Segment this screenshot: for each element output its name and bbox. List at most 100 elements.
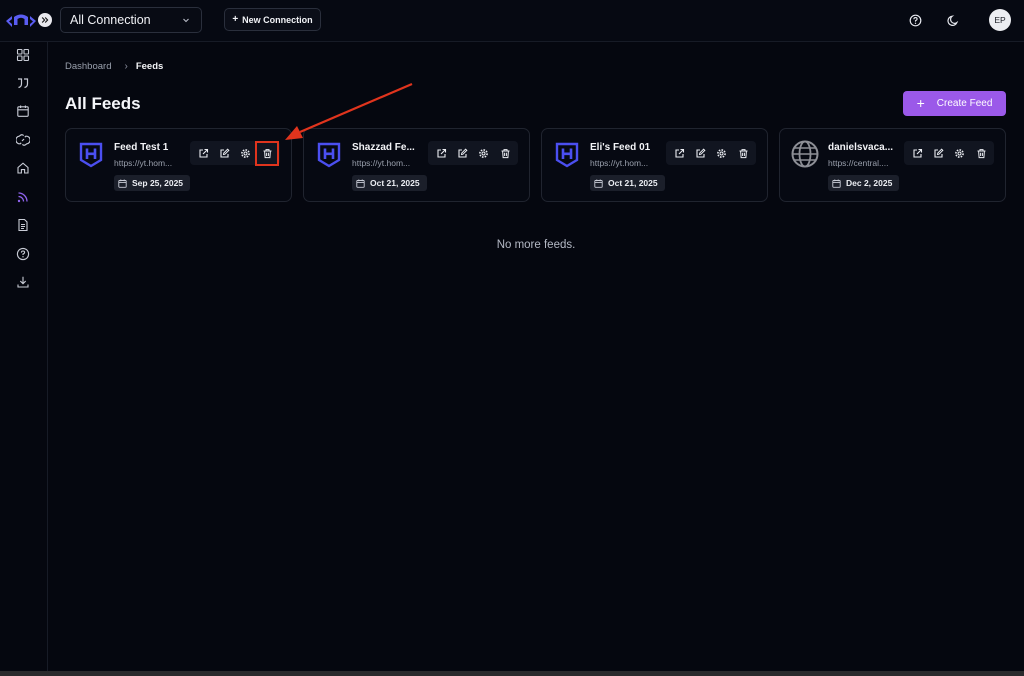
shield-h-icon [317, 142, 341, 168]
breadcrumb: Dashboard › Feeds [65, 61, 163, 72]
feed-name: Eli's Feed 01 [590, 142, 651, 153]
breadcrumb-current: Feeds [135, 61, 164, 72]
feed-date: Oct 21, 2025 [608, 178, 658, 188]
feed-name: Feed Test 1 [114, 142, 169, 153]
sidebar-item-links[interactable] [14, 131, 32, 149]
calendar-icon [594, 179, 603, 188]
delete-feed-button[interactable] [736, 146, 750, 160]
trash-icon [501, 148, 509, 158]
feed-date-badge: Oct 21, 2025 [352, 175, 427, 191]
globe-icon [791, 140, 819, 168]
external-link-icon [436, 148, 446, 158]
create-feed-button[interactable]: + Create Feed [903, 91, 1006, 116]
avatar-initials: EP [994, 15, 1006, 25]
window-bottom-edge [0, 671, 1024, 676]
rss-feed-icon [17, 192, 28, 203]
open-feed-button[interactable] [196, 146, 210, 160]
feed-url: https://yt.hom... [352, 158, 411, 168]
calendar-icon [17, 105, 29, 117]
download-icon [17, 276, 29, 288]
calendar-icon [356, 179, 365, 188]
chevron-right-icon: › [124, 61, 128, 72]
sidebar-item-quotes[interactable] [14, 74, 32, 92]
connection-select[interactable]: All Connection [60, 7, 202, 33]
edit-icon [695, 147, 706, 158]
feed-actions [666, 141, 756, 165]
feed-settings-button[interactable] [476, 146, 490, 160]
feed-card[interactable]: danielsvaca... https://central.... Dec 2… [779, 128, 1006, 202]
feed-settings-button[interactable] [952, 146, 966, 160]
open-feed-button[interactable] [434, 146, 448, 160]
chevron-down-icon [183, 18, 189, 23]
user-avatar[interactable]: EP [989, 9, 1011, 31]
quote-icon [18, 78, 29, 89]
help-button[interactable] [907, 12, 923, 28]
new-connection-label: New Connection [242, 14, 313, 25]
edit-icon [933, 147, 944, 158]
edit-icon [219, 147, 230, 158]
open-feed-button[interactable] [672, 146, 686, 160]
feed-actions [428, 141, 518, 165]
link-icon [16, 134, 30, 146]
theme-toggle-button[interactable] [945, 12, 961, 28]
plus-icon: + [232, 14, 239, 25]
feed-url: https://central.... [828, 158, 889, 168]
external-link-icon [912, 148, 922, 158]
document-icon [18, 218, 28, 232]
sidebar-item-dashboard[interactable] [14, 46, 32, 64]
expand-sidebar-button[interactable] [38, 13, 52, 27]
connection-select-value: All Connection [70, 13, 151, 27]
feed-card[interactable]: Eli's Feed 01 https://yt.hom... Oct 21, … [541, 128, 768, 202]
calendar-icon [118, 179, 127, 188]
feed-date-badge: Oct 21, 2025 [590, 175, 665, 191]
feed-date: Dec 2, 2025 [846, 178, 893, 188]
edit-feed-button[interactable] [217, 146, 231, 160]
edit-feed-button[interactable] [931, 146, 945, 160]
breadcrumb-dashboard-link[interactable]: Dashboard [65, 61, 111, 72]
open-feed-button[interactable] [910, 146, 924, 160]
feed-date: Oct 21, 2025 [370, 178, 420, 188]
feed-date-badge: Sep 25, 2025 [114, 175, 191, 191]
delete-feed-button[interactable] [498, 146, 512, 160]
sidebar-item-download[interactable] [14, 273, 32, 291]
page-title: All Feeds [65, 94, 141, 113]
top-bar: All Connection + New Connection EP [0, 0, 1024, 42]
feed-date-badge: Dec 2, 2025 [828, 175, 900, 191]
edit-feed-button[interactable] [693, 146, 707, 160]
external-link-icon [198, 148, 208, 158]
feed-settings-button[interactable] [714, 146, 728, 160]
feed-date: Sep 25, 2025 [132, 178, 184, 188]
gear-icon [716, 148, 726, 158]
shield-h-icon [79, 142, 103, 168]
feed-name: danielsvaca... [828, 142, 894, 153]
shield-h-icon [555, 142, 579, 168]
sidebar-item-calendar[interactable] [14, 102, 32, 120]
edit-icon [457, 147, 468, 158]
edit-feed-button[interactable] [455, 146, 469, 160]
delete-feed-button[interactable] [974, 146, 988, 160]
sidebar-item-home[interactable] [14, 159, 32, 177]
dashboard-grid-icon [16, 48, 30, 62]
sidebar-item-feeds[interactable] [14, 188, 32, 206]
brand-logo-icon[interactable] [4, 11, 38, 29]
new-connection-button[interactable]: + New Connection [224, 8, 321, 31]
annotation-highlight-box [255, 141, 279, 166]
feed-url: https://yt.hom... [590, 158, 649, 168]
gear-icon [954, 148, 964, 158]
plus-icon: + [916, 94, 925, 111]
create-feed-label: Create Feed [936, 98, 993, 109]
gear-icon [478, 148, 488, 158]
feed-card[interactable]: Shazzad Fe... https://yt.hom... Oct 21, … [303, 128, 530, 202]
home-icon [17, 162, 29, 174]
feed-url: https://yt.hom... [114, 158, 173, 168]
trash-icon [977, 148, 985, 158]
external-link-icon [674, 148, 684, 158]
sidebar [0, 42, 48, 676]
sidebar-item-documents[interactable] [14, 216, 32, 234]
moon-icon [946, 14, 958, 26]
feed-name: Shazzad Fe... [352, 142, 415, 153]
empty-feeds-message: No more feeds. [496, 239, 576, 251]
calendar-icon [832, 179, 841, 188]
help-circle-icon [909, 14, 921, 26]
feed-settings-button[interactable] [238, 146, 252, 160]
